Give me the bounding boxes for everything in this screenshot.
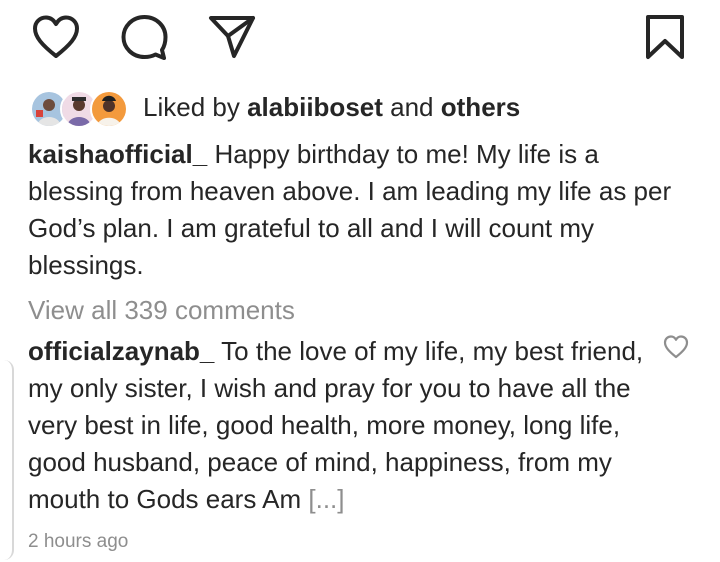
post-action-bar [0,14,720,62]
post-caption: kaishaofficial_ Happy birthday to me! My… [28,136,693,284]
caption-username[interactable]: kaishaofficial_ [28,139,207,169]
likes-summary: Liked by alabiiboset and others [30,86,520,128]
comment-more-link[interactable]: [...] [308,484,344,514]
liked-by-text: Liked by alabiiboset and others [143,92,520,123]
post-timestamp: 2 hours ago [28,531,129,552]
liked-by-user-link[interactable]: alabiiboset [247,92,383,122]
speech-bubble-icon [121,15,168,60]
paper-plane-icon [209,16,255,58]
liker-avatars[interactable] [30,88,128,128]
comment-item: officialzaynab_ To the love of my life, … [28,333,663,518]
heart-outline-icon [33,15,79,58]
comment-like-button[interactable] [663,334,689,360]
comment-username[interactable]: officialzaynab_ [28,336,214,366]
liked-by-connector: and [390,91,434,122]
heart-outline-icon [663,335,689,359]
view-all-comments-link[interactable]: View all 339 comments [28,292,295,329]
bookmark-icon [646,15,684,59]
avatar [90,90,128,128]
liked-by-prefix: Liked by [143,91,240,122]
liked-by-others-link[interactable]: others [441,92,520,122]
edge-divider [0,360,14,560]
comment-button[interactable] [120,14,168,60]
save-button[interactable] [643,14,687,60]
like-button[interactable] [32,14,80,60]
share-button[interactable] [208,14,256,60]
